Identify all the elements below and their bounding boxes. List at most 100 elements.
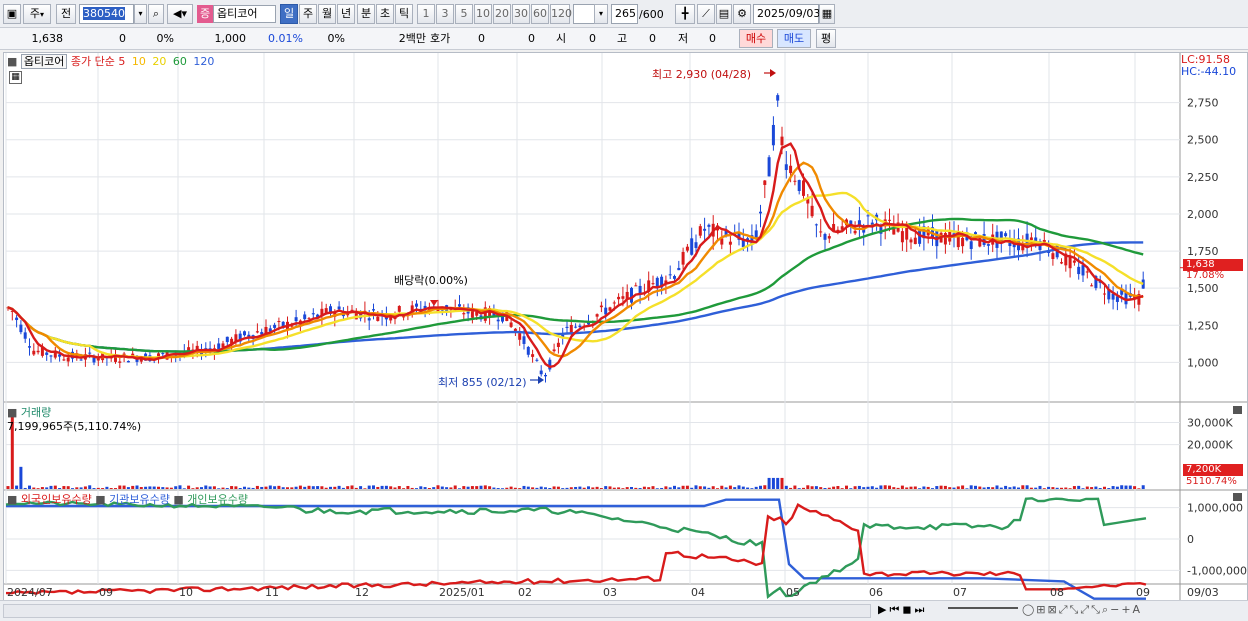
tab-minute[interactable]: 분 (357, 4, 375, 24)
chart-svg[interactable]: 2,750 2,500 2,250 2,000 1,750 1,500 1,250 1,000… (4, 53, 1247, 601)
volume-bar (298, 485, 302, 489)
tab-year[interactable]: 년 (337, 4, 355, 24)
volume-bar (363, 488, 367, 489)
sell-button[interactable]: 매도 (777, 29, 811, 48)
interval-60[interactable]: 60 (531, 4, 549, 24)
volume-bar (1004, 485, 1008, 489)
quote-val0: 0 (528, 32, 535, 45)
quote-pct2: 0% (327, 32, 345, 45)
legend-ma10: 10 (131, 55, 146, 68)
date-input[interactable]: 2025/09/03 (753, 4, 820, 24)
hc-label: HC:-44.10 (1181, 65, 1237, 78)
volume-bar (793, 485, 797, 489)
legend-ma20: 20 (152, 55, 167, 68)
period-dropdown[interactable]: 주▾ (23, 4, 51, 24)
stock-name-field[interactable]: 옵티코어 (213, 5, 276, 23)
candle-body (509, 322, 513, 327)
candle-body (974, 232, 977, 235)
volume-bar (1128, 485, 1132, 489)
volume-bar (870, 486, 874, 489)
volume-bar (376, 486, 380, 489)
count-input[interactable]: 265 (611, 4, 638, 24)
volume-bar (397, 486, 401, 489)
buy-button[interactable]: 매수 (739, 29, 773, 48)
tool-icons[interactable]: ◯⊞⊠⤢⤡⤢⤡⌕−+A (1022, 603, 1142, 617)
volume-bar (329, 486, 332, 489)
candle-body (827, 236, 831, 239)
holdings-pane-close-icon[interactable] (1233, 493, 1242, 501)
candle-body (810, 205, 814, 217)
volume-bar (1060, 487, 1063, 489)
volume-bar (475, 486, 479, 489)
volume-bar (737, 485, 741, 489)
stock-code-input[interactable]: 380540 (79, 4, 134, 24)
table-icon[interactable]: ▦ (9, 71, 22, 84)
volume-bar (1115, 486, 1119, 489)
save-icon[interactable]: ▤ (716, 4, 732, 24)
tab-second[interactable]: 초 (376, 4, 394, 24)
avg-button[interactable]: 평 (816, 29, 836, 48)
volume-bar (1103, 486, 1106, 489)
interval-1[interactable]: 1 (417, 4, 435, 24)
tab-week[interactable]: 주 (299, 4, 317, 24)
volume-bar (913, 486, 917, 489)
candle-body (767, 157, 771, 177)
legend-stock-name: 옵티코어 (20, 54, 68, 69)
candle-body (19, 324, 23, 333)
tab-month[interactable]: 월 (318, 4, 336, 24)
interval-chevron-down-icon[interactable]: ▾ (594, 4, 608, 24)
volume-bar (754, 486, 758, 489)
volume-bar (307, 485, 311, 489)
candle-body (15, 317, 19, 321)
volume-bar (621, 488, 625, 489)
volume-bar (200, 487, 203, 489)
interval-5[interactable]: 5 (455, 4, 473, 24)
volume-pane-close-icon[interactable] (1233, 406, 1242, 414)
chart-panel[interactable]: 2,750 2,500 2,250 2,000 1,750 1,500 1,250 1,000… (3, 52, 1248, 602)
interval-120[interactable]: 120 (550, 4, 572, 24)
volume-bar (771, 477, 775, 489)
volume-bar (101, 488, 105, 489)
scroll-controls[interactable]: ▶⏮◼⏭ (878, 603, 927, 617)
candle-body (819, 231, 823, 233)
volume-bar (814, 486, 818, 489)
volume-bar (1008, 487, 1012, 489)
gear-icon[interactable]: ⚙ (733, 4, 751, 24)
open-label: 시 (556, 32, 567, 45)
prev-button[interactable]: 전 (56, 4, 76, 24)
interval-30[interactable]: 30 (512, 4, 530, 24)
draw-line-icon[interactable]: ⟋ (697, 4, 715, 24)
quote-change-pct: 0% (156, 32, 174, 45)
candle-body (698, 226, 702, 236)
speaker-icon[interactable]: ◀▾ (167, 4, 193, 24)
x-axis-label: 2025/01 (439, 586, 485, 599)
code-dropdown-chevron-icon[interactable]: ▾ (134, 4, 147, 24)
volume-bar (853, 486, 857, 489)
tab-day[interactable]: 일 (280, 4, 298, 24)
volume-bar (513, 487, 517, 489)
candle-body (677, 267, 681, 271)
volume-bar (238, 488, 242, 489)
candle-body (1081, 265, 1085, 276)
calendar-icon[interactable]: ▦ (819, 4, 835, 24)
high-value: 0 (649, 32, 656, 45)
interval-10[interactable]: 10 (474, 4, 492, 24)
search-icon[interactable]: ⌕ (148, 4, 164, 24)
quote-volume: 1,000 (214, 32, 247, 45)
quote-vol-ratio: 0.01% (268, 32, 303, 45)
interval-3[interactable]: 3 (436, 4, 454, 24)
volume-bar (1029, 487, 1033, 489)
holdings-legend: ■ 외국인보유수량 ■ 기관보유수량 ■ 개인보유수량 (7, 491, 248, 507)
candle-body (969, 241, 973, 249)
zoom-track[interactable] (948, 607, 1018, 613)
volume-bar (208, 486, 212, 489)
hoga-label: 호가 (430, 32, 451, 45)
volume-bar (234, 486, 238, 489)
tab-tick[interactable]: 틱 (395, 4, 413, 24)
candle-icon[interactable]: ╋ (675, 4, 695, 24)
layout-icon[interactable]: ▣ (3, 4, 21, 24)
volume-bar (522, 485, 526, 489)
candle-body (526, 346, 530, 355)
interval-20[interactable]: 20 (493, 4, 511, 24)
horizontal-scrollbar[interactable] (3, 604, 871, 618)
